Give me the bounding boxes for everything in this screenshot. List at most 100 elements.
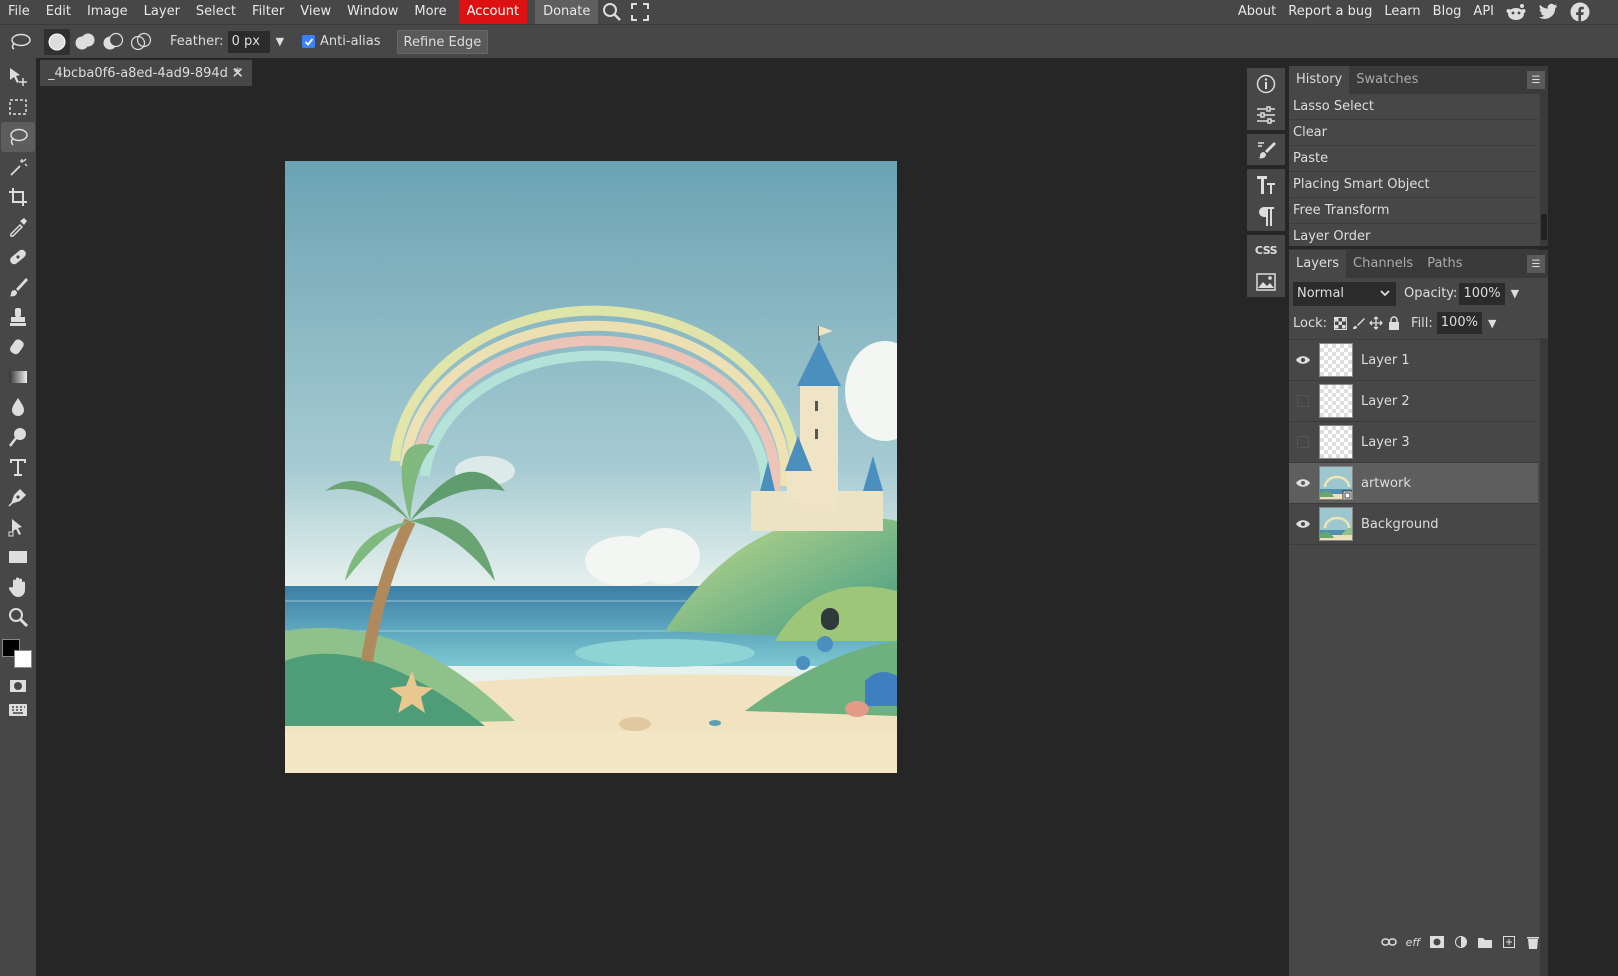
- lasso-tool-icon[interactable]: [1, 122, 35, 152]
- menu-api[interactable]: API: [1467, 0, 1500, 24]
- tab-paths[interactable]: Paths: [1420, 250, 1469, 278]
- menu-report-bug[interactable]: Report a bug: [1282, 0, 1378, 24]
- history-scrollbar[interactable]: [1540, 94, 1548, 246]
- menu-file[interactable]: File: [0, 0, 38, 24]
- tab-swatches[interactable]: Swatches: [1349, 66, 1425, 94]
- folder-icon[interactable]: [1473, 934, 1497, 950]
- adjustments-icon[interactable]: [1247, 99, 1285, 130]
- lock-all-icon[interactable]: [1385, 316, 1403, 330]
- eye-icon[interactable]: [1289, 478, 1317, 488]
- menu-image[interactable]: Image: [79, 0, 136, 24]
- layer-row[interactable]: Layer 1: [1289, 340, 1538, 381]
- visibility-toggle[interactable]: [1289, 395, 1317, 407]
- facebook-icon[interactable]: [1564, 0, 1596, 24]
- eye-icon[interactable]: [1289, 355, 1317, 365]
- panel-menu-icon[interactable]: ☰: [1527, 255, 1545, 273]
- blur-tool-icon[interactable]: [1, 392, 35, 422]
- menu-layer[interactable]: Layer: [136, 0, 188, 24]
- color-swatches[interactable]: [0, 636, 36, 670]
- rectangle-tool-icon[interactable]: [1, 542, 35, 572]
- css-icon[interactable]: CSS: [1247, 235, 1285, 266]
- menu-view[interactable]: View: [292, 0, 339, 24]
- healing-brush-tool-icon[interactable]: [1, 242, 35, 272]
- close-icon[interactable]: ✕: [231, 64, 244, 82]
- new-layer-icon[interactable]: [1497, 934, 1521, 950]
- selection-subtract-icon[interactable]: [100, 29, 126, 55]
- selection-new-icon[interactable]: [44, 28, 70, 55]
- clone-stamp-tool-icon[interactable]: [1, 302, 35, 332]
- opacity-dropdown-icon[interactable]: ▼: [1511, 287, 1519, 300]
- lock-transparency-icon[interactable]: [1331, 316, 1349, 330]
- document-tab[interactable]: _4bcba0f6-a8ed-4ad9-894d * ✕: [40, 60, 252, 86]
- history-item[interactable]: Clear: [1289, 120, 1538, 146]
- eraser-tool-icon[interactable]: [1, 332, 35, 362]
- zoom-tool-icon[interactable]: [1, 602, 35, 632]
- fullscreen-icon[interactable]: [626, 0, 654, 24]
- path-select-tool-icon[interactable]: [1, 512, 35, 542]
- opacity-input[interactable]: 100%: [1459, 282, 1505, 305]
- trash-icon[interactable]: [1521, 934, 1545, 950]
- gradient-tool-icon[interactable]: [1, 362, 35, 392]
- keyboard-icon[interactable]: [1, 698, 35, 722]
- selection-add-icon[interactable]: [72, 29, 98, 55]
- mask-icon[interactable]: [1425, 934, 1449, 950]
- menu-select[interactable]: Select: [188, 0, 244, 24]
- layer-row[interactable]: Layer 2: [1289, 381, 1538, 422]
- image-icon[interactable]: [1247, 266, 1285, 297]
- hidden-box-icon[interactable]: [1297, 395, 1309, 407]
- hidden-box-icon[interactable]: [1297, 436, 1309, 448]
- canvas-image[interactable]: [285, 161, 897, 773]
- selection-intersect-icon[interactable]: [128, 29, 154, 55]
- visibility-toggle[interactable]: [1289, 436, 1317, 448]
- antialias-checkbox[interactable]: Anti-alias: [302, 34, 381, 49]
- refine-edge-button[interactable]: Refine Edge: [396, 29, 489, 54]
- dodge-tool-icon[interactable]: [1, 422, 35, 452]
- move-tool-icon[interactable]: [1, 62, 35, 92]
- search-icon[interactable]: [598, 0, 626, 24]
- quick-mask-icon[interactable]: [1, 674, 35, 698]
- history-item[interactable]: Lasso Select: [1289, 94, 1538, 120]
- account-button[interactable]: Account: [458, 0, 528, 24]
- eye-icon[interactable]: [1289, 519, 1317, 529]
- tab-layers[interactable]: Layers: [1289, 250, 1347, 278]
- layer-row[interactable]: Layer 3: [1289, 422, 1538, 463]
- menu-more[interactable]: More: [406, 0, 454, 24]
- menu-filter[interactable]: Filter: [244, 0, 292, 24]
- adjustment-layer-icon[interactable]: [1449, 934, 1473, 950]
- panel-menu-icon[interactable]: ☰: [1527, 71, 1545, 89]
- tab-history[interactable]: History: [1289, 66, 1350, 94]
- menu-about[interactable]: About: [1232, 0, 1282, 24]
- effects-icon[interactable]: eff: [1401, 934, 1425, 950]
- lasso-tool-preset-icon[interactable]: [6, 28, 34, 56]
- brush-settings-icon[interactable]: [1247, 134, 1285, 165]
- layers-scrollbar[interactable]: [1540, 338, 1548, 976]
- eyedropper-tool-icon[interactable]: [1, 212, 35, 242]
- feather-dropdown-icon[interactable]: ▼: [276, 35, 284, 48]
- twitter-icon[interactable]: [1532, 0, 1564, 24]
- history-item[interactable]: Placing Smart Object: [1289, 172, 1538, 198]
- blend-mode-select[interactable]: Normal: [1293, 281, 1396, 306]
- type-tool-icon[interactable]: [1, 452, 35, 482]
- hand-tool-icon[interactable]: [1, 572, 35, 602]
- magic-wand-tool-icon[interactable]: [1, 152, 35, 182]
- brush-tool-icon[interactable]: [1, 272, 35, 302]
- menu-blog[interactable]: Blog: [1427, 0, 1468, 24]
- lock-position-icon[interactable]: [1367, 316, 1385, 330]
- character-icon[interactable]: [1247, 169, 1285, 200]
- history-item[interactable]: Free Transform: [1289, 198, 1538, 224]
- background-color[interactable]: [14, 650, 32, 668]
- donate-button[interactable]: Donate: [535, 0, 599, 24]
- fill-dropdown-icon[interactable]: ▼: [1488, 317, 1496, 330]
- lock-pixels-icon[interactable]: [1349, 317, 1367, 330]
- marquee-tool-icon[interactable]: [1, 92, 35, 122]
- checkbox-checked-icon[interactable]: [302, 35, 316, 48]
- menu-learn[interactable]: Learn: [1378, 0, 1426, 24]
- menu-window[interactable]: Window: [339, 0, 406, 24]
- history-item[interactable]: Paste: [1289, 146, 1538, 172]
- menu-edit[interactable]: Edit: [38, 0, 79, 24]
- link-icon[interactable]: [1377, 934, 1401, 950]
- tab-channels[interactable]: Channels: [1346, 250, 1420, 278]
- crop-tool-icon[interactable]: [1, 182, 35, 212]
- layer-row[interactable]: Background: [1289, 504, 1538, 545]
- pen-tool-icon[interactable]: [1, 482, 35, 512]
